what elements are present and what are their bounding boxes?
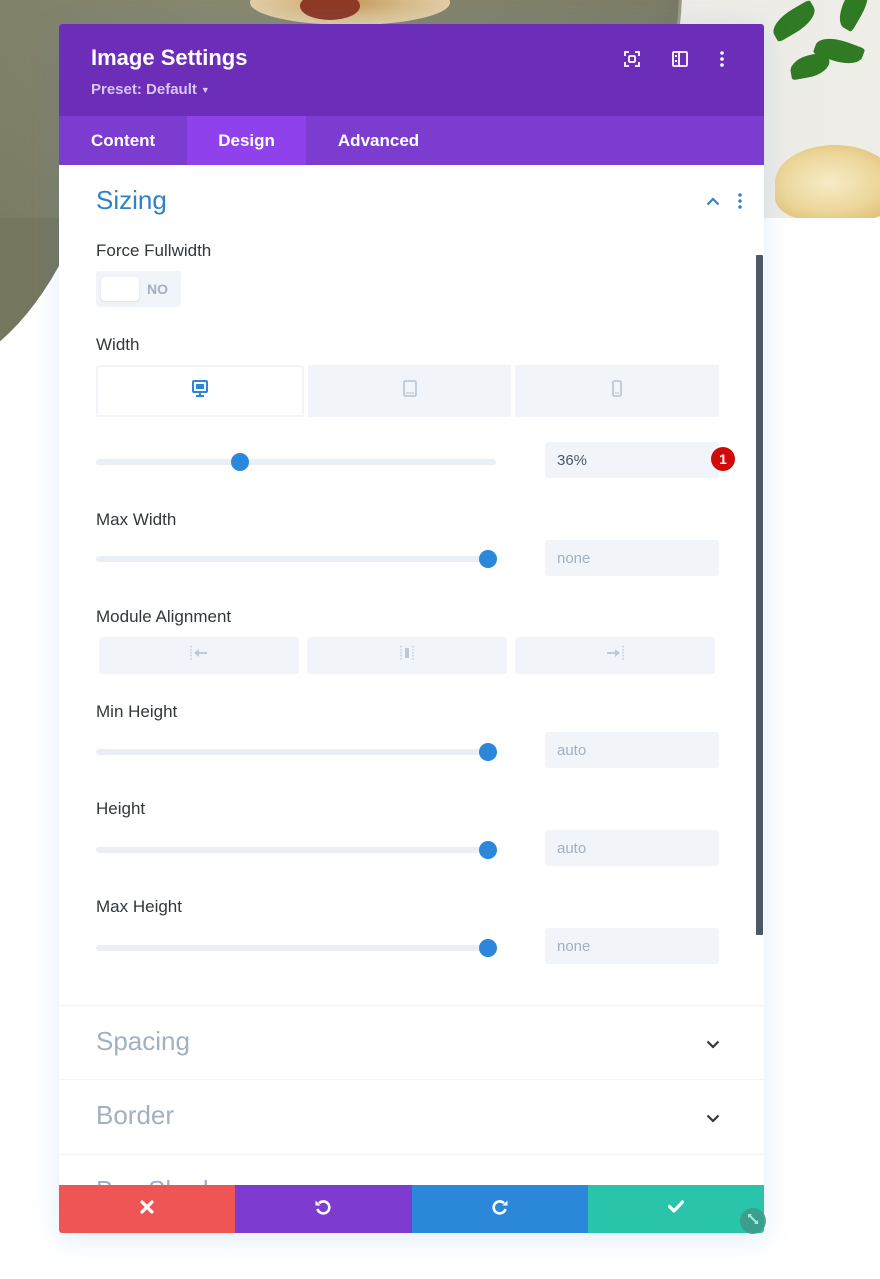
redo-button[interactable] bbox=[411, 1185, 588, 1233]
notification-badge: 1 bbox=[711, 447, 735, 471]
more-options-button[interactable] bbox=[704, 48, 740, 70]
tab-content[interactable]: Content bbox=[59, 116, 187, 165]
responsive-device-tabs bbox=[96, 365, 720, 417]
split-view-button[interactable] bbox=[656, 48, 704, 70]
undo-button[interactable] bbox=[235, 1185, 412, 1233]
chevron-up-icon[interactable] bbox=[706, 193, 720, 211]
section-title-border: Border bbox=[96, 1100, 175, 1130]
expand-screen-button[interactable] bbox=[608, 48, 656, 70]
redo-icon bbox=[491, 1198, 509, 1221]
align-center-button[interactable] bbox=[307, 637, 507, 674]
content-scrollbar[interactable] bbox=[756, 255, 763, 935]
max-height-label: Max Height bbox=[96, 897, 182, 916]
background-tortellini bbox=[775, 145, 880, 218]
module-alignment-group bbox=[99, 637, 715, 674]
section-title-box-shadow: Box Shadow bbox=[96, 1175, 242, 1185]
settings-content: Sizing Force Fullwidth NO Width 36% 1 Ma… bbox=[59, 165, 764, 1185]
preset-label: Preset: Default bbox=[91, 81, 197, 98]
force-fullwidth-toggle[interactable]: NO bbox=[96, 271, 181, 307]
caret-down-icon: ▼ bbox=[200, 84, 210, 95]
check-icon bbox=[667, 1200, 684, 1218]
section-options-icon[interactable] bbox=[738, 193, 742, 214]
chevron-down-icon bbox=[706, 1036, 720, 1054]
background-parsley bbox=[832, 0, 876, 33]
device-tab-desktop[interactable] bbox=[96, 365, 304, 417]
align-right-icon bbox=[605, 645, 625, 666]
module-alignment-label: Module Alignment bbox=[96, 607, 232, 626]
align-right-button[interactable] bbox=[515, 637, 715, 674]
slider-track bbox=[96, 556, 496, 562]
background-parsley bbox=[788, 51, 832, 81]
box-shadow-section-toggle[interactable]: Box Shadow bbox=[59, 1154, 764, 1185]
image-settings-modal: Image Settings Preset: Default ▼ Content… bbox=[59, 24, 764, 1233]
cancel-button[interactable] bbox=[59, 1185, 236, 1233]
min-height-input[interactable] bbox=[545, 732, 719, 768]
background-parsley bbox=[767, 0, 821, 43]
height-slider[interactable] bbox=[96, 840, 497, 860]
more-options-icon bbox=[720, 51, 724, 67]
slider-thumb[interactable] bbox=[479, 841, 497, 859]
modal-header[interactable]: Image Settings Preset: Default ▼ bbox=[59, 24, 764, 116]
section-title-spacing: Spacing bbox=[96, 1026, 190, 1056]
slider-track bbox=[96, 945, 496, 951]
device-tab-tablet[interactable] bbox=[307, 365, 512, 417]
spacing-section-toggle[interactable]: Spacing bbox=[59, 1005, 764, 1079]
width-input[interactable] bbox=[545, 442, 719, 478]
height-input[interactable] bbox=[545, 830, 719, 866]
save-button[interactable] bbox=[587, 1185, 764, 1233]
undo-icon bbox=[314, 1198, 332, 1221]
desktop-icon bbox=[191, 380, 208, 402]
chevron-down-icon bbox=[706, 1110, 720, 1128]
width-label: Width bbox=[96, 335, 140, 354]
device-tab-phone[interactable] bbox=[515, 365, 720, 417]
border-section-toggle[interactable]: Border bbox=[59, 1079, 764, 1153]
slider-track bbox=[96, 749, 496, 755]
background-plate-edge bbox=[0, 218, 60, 358]
slider-thumb[interactable] bbox=[479, 743, 497, 761]
resize-icon bbox=[746, 1212, 760, 1231]
max-height-slider[interactable] bbox=[96, 938, 497, 958]
min-height-slider[interactable] bbox=[96, 742, 497, 762]
align-left-button[interactable] bbox=[99, 637, 299, 674]
width-slider[interactable] bbox=[96, 452, 496, 472]
min-height-label: Min Height bbox=[96, 702, 178, 721]
expand-screen-icon bbox=[624, 51, 640, 67]
preset-dropdown[interactable]: Preset: Default ▼ bbox=[91, 81, 210, 98]
header-actions bbox=[608, 48, 740, 70]
max-width-slider[interactable] bbox=[96, 549, 497, 569]
split-view-icon bbox=[672, 51, 688, 67]
align-left-icon bbox=[189, 645, 209, 666]
slider-thumb[interactable] bbox=[231, 453, 249, 471]
sizing-section-header[interactable]: Sizing bbox=[59, 165, 764, 237]
slider-thumb[interactable] bbox=[479, 939, 497, 957]
max-width-input[interactable] bbox=[545, 540, 719, 576]
force-fullwidth-label: Force Fullwidth bbox=[96, 241, 212, 260]
slider-track bbox=[96, 847, 496, 853]
toggle-knob bbox=[101, 277, 139, 301]
modal-footer bbox=[59, 1185, 764, 1233]
tab-design[interactable]: Design bbox=[187, 116, 306, 165]
height-label: Height bbox=[96, 799, 146, 818]
tab-advanced[interactable]: Advanced bbox=[306, 116, 451, 165]
phone-icon bbox=[612, 380, 623, 402]
tablet-icon bbox=[402, 380, 417, 402]
slider-thumb[interactable] bbox=[479, 550, 497, 568]
resize-handle[interactable] bbox=[740, 1208, 766, 1234]
slider-track bbox=[96, 459, 496, 465]
align-center-icon bbox=[397, 645, 417, 666]
max-height-input[interactable] bbox=[545, 928, 719, 964]
close-icon bbox=[140, 1199, 154, 1219]
toggle-state: NO bbox=[147, 281, 168, 297]
max-width-label: Max Width bbox=[96, 510, 177, 529]
settings-tabs: Content Design Advanced bbox=[59, 116, 764, 165]
modal-title: Image Settings bbox=[91, 45, 248, 70]
section-title-sizing: Sizing bbox=[96, 185, 167, 215]
